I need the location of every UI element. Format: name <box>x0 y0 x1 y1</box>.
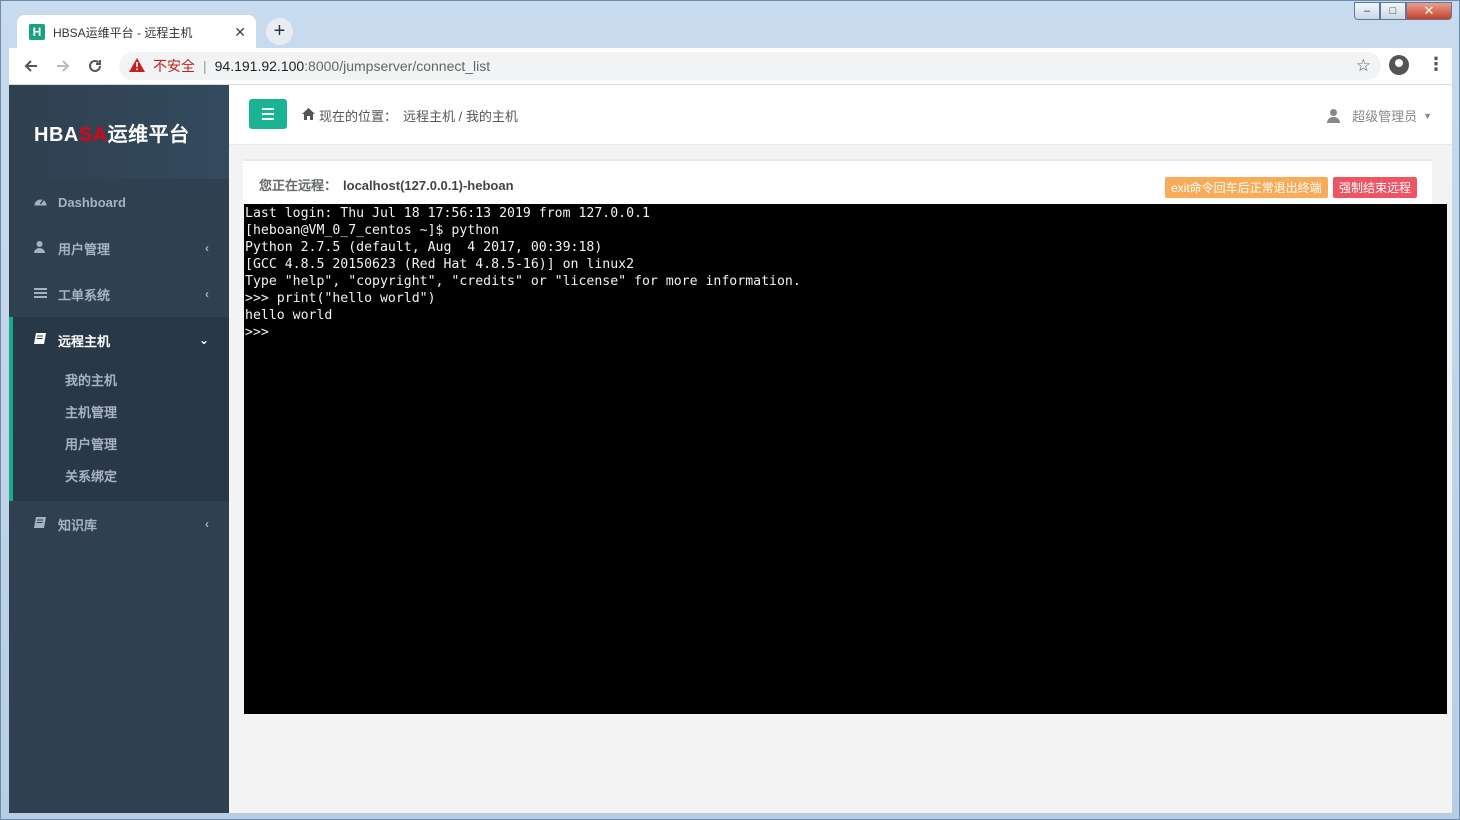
remote-host: localhost(127.0.0.1)-heboan <box>343 178 514 193</box>
close-window-button[interactable]: ✕ <box>1406 2 1452 20</box>
insecure-label: 不安全 <box>153 58 195 74</box>
browser-toolbar: 不安全 | 94.191.92.100 :8000/jumpserver/con… <box>9 48 1452 85</box>
hamburger-icon-line <box>262 118 274 120</box>
url-separator: | <box>203 58 207 74</box>
hamburger-icon-line <box>262 108 274 110</box>
address-bar[interactable]: 不安全 | 94.191.92.100 :8000/jumpserver/con… <box>119 52 1381 80</box>
force-end-remote-button[interactable]: 强制结束远程 <box>1333 177 1418 198</box>
user-name: 超级管理员 <box>1352 109 1418 124</box>
sidebar-item-knowledge-base[interactable]: 知识库 ‹ <box>9 501 229 547</box>
sidebar-item-label: 远程主机 <box>58 333 111 349</box>
sidebar: HBASA运维平台 Dashboard 用户管理 ‹ 工单系统 ‹ 远程主机 ⌄… <box>9 85 229 813</box>
sidebar-group-remote-hosts: 远程主机 ⌄ 我的主机 主机管理 用户管理 关系绑定 <box>9 317 229 501</box>
sidebar-subitem-my-hosts[interactable]: 我的主机 <box>13 363 229 395</box>
remote-label: 您正在远程： <box>259 178 338 193</box>
page-viewport: HBASA运维平台 Dashboard 用户管理 ‹ 工单系统 ‹ 远程主机 ⌄… <box>9 85 1452 813</box>
logo-highlight: SA <box>78 123 108 146</box>
logo-prefix: HBA <box>34 123 79 146</box>
url-host: 94.191.92.100 <box>214 58 305 74</box>
sidebar-subitem-host-management[interactable]: 主机管理 <box>13 395 229 427</box>
exit-terminal-button[interactable]: exit命令回车后正常退出终端 <box>1165 177 1328 198</box>
sidebar-item-label: 工单系统 <box>58 287 111 303</box>
sidebar-item-remote-hosts[interactable]: 远程主机 ⌄ <box>13 317 229 363</box>
sidebar-item-tickets[interactable]: 工单系统 ‹ <box>9 271 229 317</box>
person-icon <box>1326 108 1341 123</box>
tab-title: HBSA运维平台 - 远程主机 <box>53 25 193 40</box>
breadcrumb-label: 现在的位置： <box>319 109 398 124</box>
hamburger-icon-line <box>262 113 274 115</box>
terminal-line: >>> print("hello world") <box>245 291 436 306</box>
main-content: 现在的位置： 远程主机 / 我的主机 超级管理员 ▼ 您正在远程： localho… <box>229 85 1452 813</box>
sidebar-toggle-button[interactable] <box>249 99 287 129</box>
sidebar-item-dashboard[interactable]: Dashboard <box>9 179 229 225</box>
terminal[interactable]: Last login: Thu Jul 18 17:56:13 2019 fro… <box>244 204 1447 714</box>
terminal-line: Last login: Thu Jul 18 17:56:13 2019 fro… <box>245 206 650 221</box>
account-icon[interactable] <box>1389 55 1409 75</box>
maximize-button[interactable]: □ <box>1380 2 1406 20</box>
reload-button[interactable] <box>79 50 111 82</box>
sidebar-subitem-relation-binding[interactable]: 关系绑定 <box>13 459 229 491</box>
chevron-left-icon: ‹ <box>205 517 209 531</box>
terminal-prompt: >>> <box>245 325 269 340</box>
sidebar-submenu: 我的主机 主机管理 用户管理 关系绑定 <box>13 363 229 501</box>
book-icon <box>34 517 50 531</box>
forward-button[interactable] <box>47 50 79 82</box>
sidebar-item-label: 用户管理 <box>58 241 111 257</box>
browser-window: – □ ✕ H HBSA运维平台 - 远程主机 ✕ + 不安全 | 94.191… <box>0 0 1460 820</box>
sidebar-item-label: Dashboard <box>58 194 126 210</box>
back-button[interactable] <box>15 50 47 82</box>
breadcrumb-path: 远程主机 / 我的主机 <box>403 109 518 124</box>
new-tab-button[interactable]: + <box>266 18 293 45</box>
arrow-left-icon <box>24 60 37 72</box>
breadcrumb: 现在的位置： 远程主机 / 我的主机 <box>302 106 518 125</box>
top-navbar: 现在的位置： 远程主机 / 我的主机 超级管理员 ▼ <box>229 85 1452 145</box>
terminal-line: [GCC 4.8.5 20150623 (Red Hat 4.8.5-16)] … <box>245 257 635 272</box>
sidebar-item-label: 知识库 <box>58 517 98 533</box>
logo-area: HBASA运维平台 <box>9 85 229 179</box>
list-icon <box>34 287 50 301</box>
user-menu[interactable]: 超级管理员 ▼ <box>1326 106 1432 125</box>
favicon-icon: H <box>29 24 45 40</box>
arrow-right-icon <box>57 60 70 72</box>
home-icon <box>302 108 315 123</box>
terminal-line: Python 2.7.5 (default, Aug 4 2017, 00:39… <box>245 240 603 255</box>
url-path: :8000/jumpserver/connect_list <box>304 58 491 74</box>
panel-title: 您正在远程： localhost(127.0.0.1)-heboan <box>259 175 514 194</box>
user-icon <box>34 240 50 256</box>
chevron-down-icon: ⌄ <box>198 333 209 347</box>
chevron-left-icon: ‹ <box>205 241 209 255</box>
terminal-line: hello world <box>245 308 333 323</box>
reload-icon <box>89 59 101 72</box>
sidebar-subitem-user-management[interactable]: 用户管理 <box>13 427 229 459</box>
dashboard-icon <box>34 195 50 209</box>
tab-close-icon[interactable]: ✕ <box>234 24 246 41</box>
remote-session-panel: 您正在远程： localhost(127.0.0.1)-heboan exit命令… <box>243 159 1432 204</box>
menu-kebab-icon[interactable]: ⋮ <box>1427 54 1445 75</box>
bookmark-star-icon[interactable]: ☆ <box>1356 56 1371 76</box>
browser-tab[interactable]: H HBSA运维平台 - 远程主机 ✕ <box>17 15 256 49</box>
logo-suffix: 运维平台 <box>107 123 190 146</box>
minimize-button[interactable]: – <box>1354 2 1380 20</box>
logo[interactable]: HBASA运维平台 <box>34 118 190 147</box>
caret-down-icon: ▼ <box>1423 110 1432 121</box>
window-controls: – □ ✕ <box>1354 2 1452 21</box>
chevron-left-icon: ‹ <box>205 287 209 301</box>
terminal-line: [heboan@VM_0_7_centos ~]$ python <box>245 223 500 238</box>
sidebar-item-users[interactable]: 用户管理 ‹ <box>9 225 229 271</box>
book-icon <box>34 333 50 347</box>
warning-icon <box>129 57 145 75</box>
terminal-line: Type "help", "copyright", "credits" or "… <box>245 274 801 289</box>
